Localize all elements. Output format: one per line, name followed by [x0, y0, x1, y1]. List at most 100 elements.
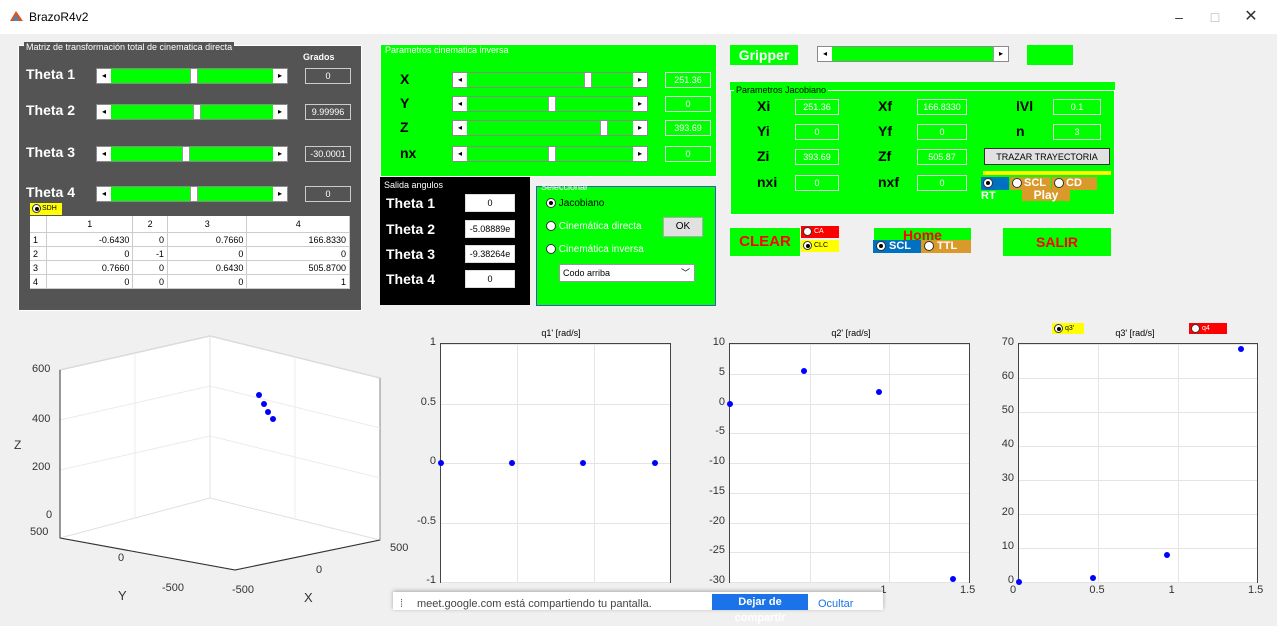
slider-left-arrow-icon[interactable]: ◂	[453, 97, 467, 111]
close-button[interactable]: ✕	[1236, 6, 1266, 28]
inverse-param-slider[interactable]: ◂ ▸	[452, 120, 648, 136]
matrix-cell[interactable]: 0	[132, 260, 168, 275]
jacobiano-final-value[interactable]: 0	[917, 124, 967, 140]
matrix-cell[interactable]: -1	[132, 246, 168, 261]
inverse-param-value[interactable]: 0	[665, 146, 711, 162]
jacobiano-final-value[interactable]: 505.87	[917, 149, 967, 165]
matrix-cell[interactable]: 166.8330	[246, 232, 350, 247]
jacobiano-initial-value[interactable]: 251.36	[795, 99, 839, 115]
gripper-slider[interactable]: ◂ ▸	[817, 46, 1009, 62]
y-tick-label: -15	[709, 484, 725, 497]
slider-thumb[interactable]	[190, 187, 198, 201]
jacobiano-final-value[interactable]: 0	[917, 175, 967, 191]
slider-right-arrow-icon[interactable]: ▸	[273, 105, 287, 119]
jacobiano-initial-value[interactable]: 393.69	[795, 149, 839, 165]
jacobiano-param-value[interactable]: 3	[1053, 124, 1101, 140]
matrix-cell[interactable]: 0.7660	[167, 232, 248, 247]
salir-button[interactable]: SALIR	[1003, 228, 1111, 256]
slider-left-arrow-icon[interactable]: ◂	[453, 147, 467, 161]
slider-right-arrow-icon[interactable]: ▸	[273, 147, 287, 161]
inverse-param-value[interactable]: 393.69	[665, 120, 711, 136]
slider-right-arrow-icon[interactable]: ▸	[633, 121, 647, 135]
theta-value-box[interactable]: 0	[305, 68, 351, 84]
slider-left-arrow-icon[interactable]: ◂	[453, 73, 467, 87]
inverse-param-value[interactable]: 0	[665, 96, 711, 112]
theta-value-box[interactable]: 0	[305, 186, 351, 202]
maximize-button[interactable]: □	[1200, 6, 1230, 28]
plot3d-point	[270, 416, 276, 422]
q4-radio[interactable]: q4	[1189, 323, 1227, 334]
clear-button[interactable]: CLEAR	[730, 228, 800, 256]
stop-sharing-button[interactable]: Dejar de compartir	[712, 594, 808, 624]
salida-theta-value[interactable]: -9.38264e	[465, 245, 515, 263]
slider-thumb[interactable]	[190, 69, 198, 83]
slider-left-arrow-icon[interactable]: ◂	[97, 105, 111, 119]
matrix-cell[interactable]: 0	[132, 232, 168, 247]
matrix-cell[interactable]: 1	[246, 274, 350, 289]
jacobiano-initial-value[interactable]: 0	[795, 175, 839, 191]
home-scl-radio[interactable]: SCL	[873, 240, 921, 253]
inverse-param-value[interactable]: 251.36	[665, 72, 711, 88]
salida-theta-value[interactable]: 0	[465, 270, 515, 288]
slider-right-arrow-icon[interactable]: ▸	[633, 147, 647, 161]
ca-radio[interactable]: CA	[801, 226, 839, 238]
theta-slider[interactable]: ◂ ▸	[96, 68, 288, 84]
matrix-cell[interactable]: 0	[246, 246, 350, 261]
inverse-param-slider[interactable]: ◂ ▸	[452, 96, 648, 112]
clc-radio[interactable]: CLC	[801, 240, 839, 252]
slider-left-arrow-icon[interactable]: ◂	[818, 47, 832, 61]
slider-thumb[interactable]	[193, 105, 202, 119]
slider-thumb[interactable]	[548, 147, 556, 161]
slider-left-arrow-icon[interactable]: ◂	[453, 121, 467, 135]
slider-left-arrow-icon[interactable]: ◂	[97, 147, 111, 161]
sdh-radio[interactable]: SDH	[30, 203, 62, 215]
matrix-cell[interactable]: 0	[167, 274, 248, 289]
slider-right-arrow-icon[interactable]: ▸	[994, 47, 1008, 61]
slider-right-arrow-icon[interactable]: ▸	[273, 187, 287, 201]
slider-right-arrow-icon[interactable]: ▸	[633, 97, 647, 111]
theta-value-box[interactable]: -30.0001	[305, 146, 351, 162]
matrix-cell[interactable]: 505.8700	[246, 260, 350, 275]
matrix-cell[interactable]: 0	[167, 246, 248, 261]
matrix-cell[interactable]: 0.7660	[46, 260, 134, 275]
slider-thumb[interactable]	[584, 73, 593, 87]
matrix-cell[interactable]: 0	[46, 246, 134, 261]
slider-thumb[interactable]	[182, 147, 190, 161]
option-cinematica-inversa[interactable]: Cinemática inversa	[546, 244, 644, 255]
theta-value-box[interactable]: 9.99996	[305, 104, 351, 120]
matrix-cell[interactable]: 0	[46, 274, 134, 289]
hide-button[interactable]: Ocultar	[818, 598, 853, 610]
jacobiano-final-value[interactable]: 166.8330	[917, 99, 967, 115]
slider-thumb[interactable]	[600, 121, 609, 135]
slider-thumb[interactable]	[548, 97, 556, 111]
matrix-cell[interactable]: -0.6430	[46, 232, 134, 247]
slider-left-arrow-icon[interactable]: ◂	[97, 69, 111, 83]
matrix-cell[interactable]: 0.6430	[167, 260, 248, 275]
slider-right-arrow-icon[interactable]: ▸	[273, 69, 287, 83]
mode-rt-radio[interactable]: RT	[981, 177, 1009, 202]
drag-handle-icon[interactable]: ⁞	[400, 598, 403, 610]
theta-slider[interactable]: ◂ ▸	[96, 186, 288, 202]
play-button[interactable]: Play	[1022, 189, 1070, 201]
inverse-param-slider[interactable]: ◂ ▸	[452, 72, 648, 88]
matrix-cell[interactable]: 0	[132, 274, 168, 289]
slider-left-arrow-icon[interactable]: ◂	[97, 187, 111, 201]
inverse-param-slider[interactable]: ◂ ▸	[452, 146, 648, 162]
option-cinematica-directa[interactable]: Cinemática directa	[546, 221, 642, 232]
salida-theta-value[interactable]: -5.08889e	[465, 220, 515, 238]
minimize-button[interactable]: –	[1164, 6, 1194, 28]
theta-slider[interactable]: ◂ ▸	[96, 104, 288, 120]
jacobiano-initial-value[interactable]: 0	[795, 124, 839, 140]
trazar-trayectoria-button[interactable]: TRAZAR TRAYECTORIA	[984, 148, 1110, 165]
salida-theta-value[interactable]: 0	[465, 194, 515, 212]
data-point	[1090, 574, 1097, 581]
jacobiano-param-value[interactable]: 0.1	[1053, 99, 1101, 115]
option-jacobiano[interactable]: Jacobiano	[546, 198, 604, 209]
home-ttl-radio[interactable]: TTL	[921, 240, 971, 253]
q3-radio[interactable]: q3'	[1052, 323, 1084, 334]
slider-right-arrow-icon[interactable]: ▸	[633, 73, 647, 87]
ok-button[interactable]: OK	[663, 217, 703, 237]
codo-dropdown[interactable]: Codo arriba ﹀	[559, 264, 695, 282]
theta-slider[interactable]: ◂ ▸	[96, 146, 288, 162]
grid-line	[441, 403, 670, 405]
